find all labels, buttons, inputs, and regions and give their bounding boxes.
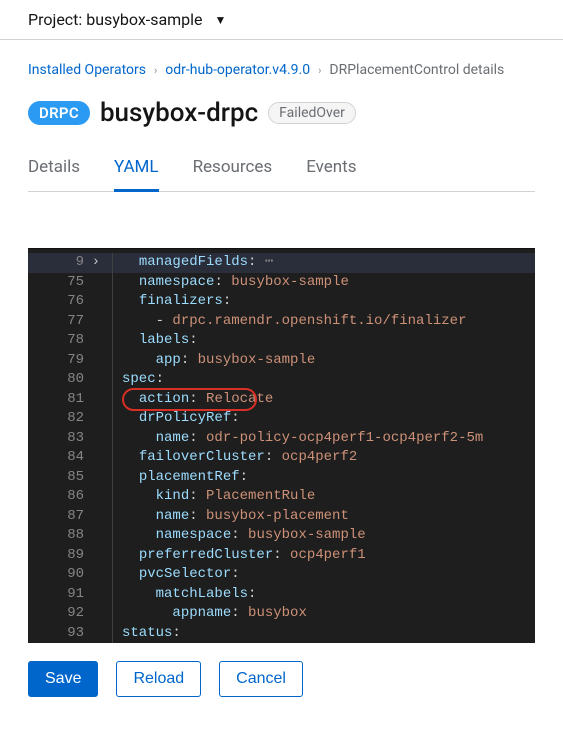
code-content: placementRef: xyxy=(98,468,535,488)
code-line[interactable]: 9 managedFields: ⋯ xyxy=(28,253,535,273)
line-number: 83 xyxy=(28,429,98,449)
code-content: managedFields: ⋯ xyxy=(98,253,535,273)
line-number: 76 xyxy=(28,292,98,312)
code-content: - drpc.ramendr.openshift.io/finalizer xyxy=(98,312,535,332)
status-badge: FailedOver xyxy=(268,102,356,124)
code-line[interactable]: 89 preferredCluster: ocp4perf1 xyxy=(28,546,535,566)
save-button[interactable]: Save xyxy=(28,661,98,697)
line-number: 82 xyxy=(28,409,98,429)
line-number: 85 xyxy=(28,468,98,488)
code-line[interactable]: 87 name: busybox-placement xyxy=(28,507,535,527)
chevron-down-icon: ▼ xyxy=(215,13,227,27)
line-number: 93 xyxy=(28,624,98,644)
code-content: name: busybox-placement xyxy=(98,507,535,527)
code-line[interactable]: 85 placementRef: xyxy=(28,468,535,488)
chevron-right-icon: › xyxy=(318,64,321,77)
tab-details[interactable]: Details xyxy=(28,157,80,192)
code-line[interactable]: 86 kind: PlacementRule xyxy=(28,487,535,507)
code-content: pvcSelector: xyxy=(98,565,535,585)
reload-button[interactable]: Reload xyxy=(116,661,201,697)
line-number: 77 xyxy=(28,312,98,332)
code-content: action: Relocate xyxy=(98,390,535,410)
code-content: name: odr-policy-ocp4perf1-ocp4perf2-5m xyxy=(98,429,535,449)
code-line[interactable]: 81 action: Relocate xyxy=(28,390,535,410)
tab-resources[interactable]: Resources xyxy=(193,157,273,192)
code-content: matchLabels: xyxy=(98,585,535,605)
code-content: appname: busybox xyxy=(98,604,535,624)
code-line[interactable]: 79 app: busybox-sample xyxy=(28,351,535,371)
code-line[interactable]: 93status: xyxy=(28,624,535,644)
line-number: 81 xyxy=(28,390,98,410)
code-line[interactable]: 80spec: xyxy=(28,370,535,390)
code-line[interactable]: 76 finalizers: xyxy=(28,292,535,312)
code-line[interactable]: 90 pvcSelector: xyxy=(28,565,535,585)
project-selector[interactable]: Project: busybox-sample ▼ xyxy=(0,0,563,40)
line-number: 75 xyxy=(28,273,98,293)
code-line[interactable]: 88 namespace: busybox-sample xyxy=(28,526,535,546)
project-label: Project: busybox-sample xyxy=(28,10,203,29)
resource-badge: DRPC xyxy=(28,101,90,125)
line-number: 91 xyxy=(28,585,98,605)
line-number: 92 xyxy=(28,604,98,624)
tab-events[interactable]: Events xyxy=(306,157,356,192)
line-number: 88 xyxy=(28,526,98,546)
line-number: 90 xyxy=(28,565,98,585)
line-number: 79 xyxy=(28,351,98,371)
line-number: 84 xyxy=(28,448,98,468)
tab-yaml[interactable]: YAML xyxy=(114,157,159,192)
code-line[interactable]: 92 appname: busybox xyxy=(28,604,535,624)
code-line[interactable]: 75 namespace: busybox-sample xyxy=(28,273,535,293)
chevron-right-icon: › xyxy=(154,64,157,77)
breadcrumb-operator[interactable]: odr-hub-operator.v4.9.0 xyxy=(165,62,310,78)
code-line[interactable]: 82 drPolicyRef: xyxy=(28,409,535,429)
code-line[interactable]: 91 matchLabels: xyxy=(28,585,535,605)
tab-bar: Details YAML Resources Events xyxy=(28,156,535,192)
code-line[interactable]: 77 - drpc.ramendr.openshift.io/finalizer xyxy=(28,312,535,332)
code-content: spec: xyxy=(98,370,535,390)
breadcrumb: Installed Operators › odr-hub-operator.v… xyxy=(28,62,535,78)
code-content: finalizers: xyxy=(98,292,535,312)
page-heading: DRPC busybox-drpc FailedOver xyxy=(28,98,535,128)
code-content: namespace: busybox-sample xyxy=(98,273,535,293)
page-title: busybox-drpc xyxy=(100,98,258,128)
yaml-editor[interactable]: 9 managedFields: ⋯75 namespace: busybox-… xyxy=(28,248,535,643)
code-content: status: xyxy=(98,624,535,644)
line-number: 80 xyxy=(28,370,98,390)
breadcrumb-installed-operators[interactable]: Installed Operators xyxy=(28,62,146,78)
line-number: 78 xyxy=(28,331,98,351)
code-content: drPolicyRef: xyxy=(98,409,535,429)
code-line[interactable]: 84 failoverCluster: ocp4perf2 xyxy=(28,448,535,468)
code-content: kind: PlacementRule xyxy=(98,487,535,507)
line-number: 87 xyxy=(28,507,98,527)
code-content: namespace: busybox-sample xyxy=(98,526,535,546)
line-number: 9 xyxy=(28,253,98,273)
code-content: app: busybox-sample xyxy=(98,351,535,371)
code-content: preferredCluster: ocp4perf1 xyxy=(98,546,535,566)
action-buttons: Save Reload Cancel xyxy=(0,661,563,721)
line-number: 89 xyxy=(28,546,98,566)
code-line[interactable]: 83 name: odr-policy-ocp4perf1-ocp4perf2-… xyxy=(28,429,535,449)
cancel-button[interactable]: Cancel xyxy=(219,661,303,697)
code-line[interactable]: 78 labels: xyxy=(28,331,535,351)
code-content: labels: xyxy=(98,331,535,351)
code-content: failoverCluster: ocp4perf2 xyxy=(98,448,535,468)
breadcrumb-current: DRPlacementControl details xyxy=(329,62,504,78)
line-number: 86 xyxy=(28,487,98,507)
